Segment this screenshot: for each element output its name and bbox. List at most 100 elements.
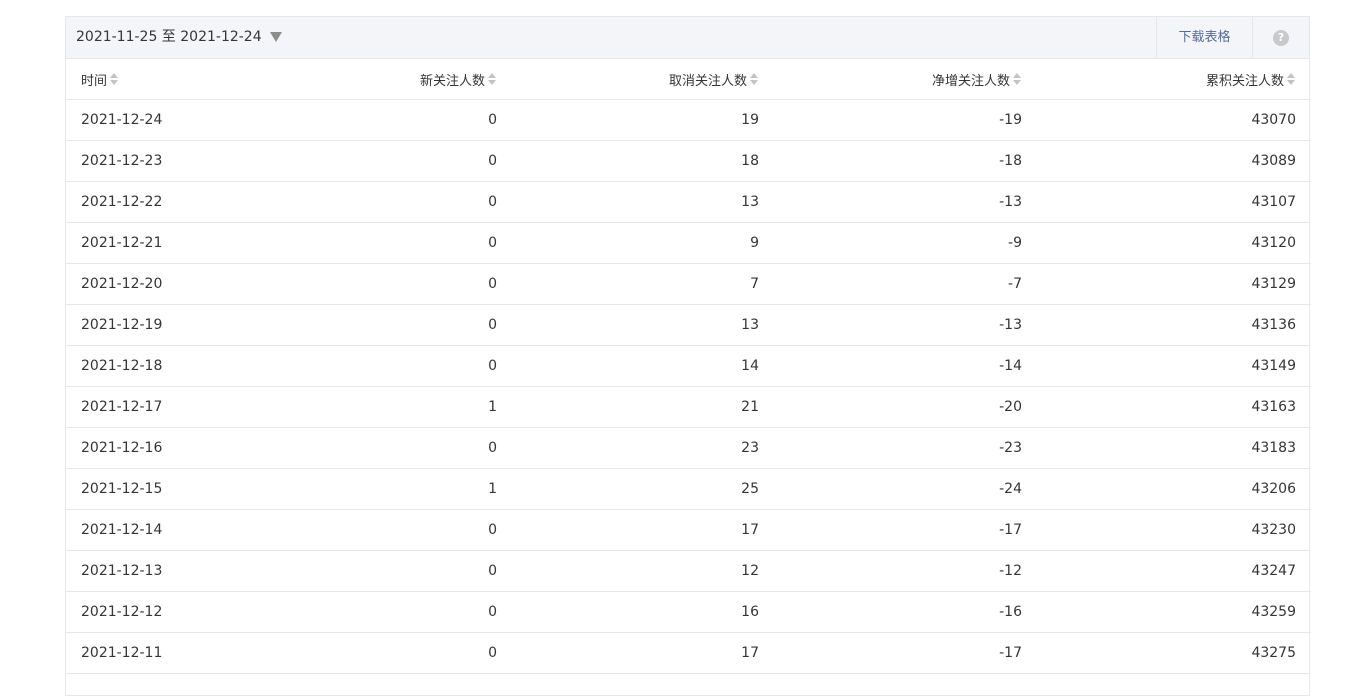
cell-date: 2021-12-12 <box>66 591 266 633</box>
table-row: 2021-12-24 0 19 -19 43070 <box>66 99 1311 141</box>
cell-new-followers: 1 <box>266 468 511 510</box>
cell-unfollows: 9 <box>511 222 773 264</box>
table-row: 2021-12-17 1 21 -20 43163 <box>66 386 1311 428</box>
column-header-label: 时间 <box>81 73 108 89</box>
cell-date: 2021-12-11 <box>66 632 266 674</box>
cell-cumulative: 43230 <box>1036 509 1311 551</box>
cell-unfollows: 21 <box>511 386 773 428</box>
cell-cumulative: 43089 <box>1036 140 1311 182</box>
table-toolbar: 2021-11-25 至 2021-12-24 下载表格 ? <box>66 17 1309 59</box>
cell-net-growth: -13 <box>773 304 1036 346</box>
cell-net-growth: -18 <box>773 140 1036 182</box>
sort-icon[interactable] <box>488 73 497 85</box>
date-range-selector[interactable]: 2021-11-25 至 2021-12-24 <box>76 17 282 58</box>
question-icon: ? <box>1273 29 1289 46</box>
cell-date: 2021-12-18 <box>66 345 266 387</box>
cell-date: 2021-12-19 <box>66 304 266 346</box>
cell-date: 2021-12-15 <box>66 468 266 510</box>
cell-cumulative: 43183 <box>1036 427 1311 469</box>
table-row: 2021-12-15 1 25 -24 43206 <box>66 468 1311 510</box>
cell-unfollows: 23 <box>511 427 773 469</box>
cell-cumulative: 43247 <box>1036 550 1311 592</box>
cell-unfollows: 7 <box>511 263 773 305</box>
column-header-label: 新关注人数 <box>419 73 485 89</box>
cell-cumulative: 43206 <box>1036 468 1311 510</box>
cell-net-growth: -7 <box>773 263 1036 305</box>
cell-unfollows: 17 <box>511 632 773 674</box>
sort-icon[interactable] <box>110 73 119 85</box>
cell-unfollows: 16 <box>511 591 773 633</box>
cell-date: 2021-12-21 <box>66 222 266 264</box>
cell-new-followers: 0 <box>266 427 511 469</box>
cell-net-growth: -16 <box>773 591 1036 633</box>
cell-date: 2021-12-13 <box>66 550 266 592</box>
cell-date: 2021-12-23 <box>66 140 266 182</box>
cell-cumulative: 43129 <box>1036 263 1311 305</box>
cell-date: 2021-12-14 <box>66 509 266 551</box>
cell-unfollows: 12 <box>511 550 773 592</box>
cell-new-followers: 0 <box>266 304 511 346</box>
cell-cumulative: 43070 <box>1036 99 1311 141</box>
cell-net-growth: -20 <box>773 386 1036 428</box>
cell-unfollows: 17 <box>511 509 773 551</box>
cell-new-followers: 0 <box>266 263 511 305</box>
cell-net-growth: -13 <box>773 181 1036 223</box>
cell-cumulative: 43107 <box>1036 181 1311 223</box>
cell-net-growth: -17 <box>773 632 1036 674</box>
column-header-cumulative[interactable]: 累积关注人数 <box>1036 59 1311 100</box>
column-header-unfollows[interactable]: 取消关注人数 <box>511 59 773 100</box>
cell-net-growth: -24 <box>773 468 1036 510</box>
followers-table: 时间 新关注人数 取消关注人数 净增关注人数 累积关注人数 2021-12-24 <box>66 59 1311 674</box>
toolbar-actions: 下载表格 ? <box>1156 17 1309 58</box>
cell-net-growth: -17 <box>773 509 1036 551</box>
cell-new-followers: 0 <box>266 509 511 551</box>
sort-icon[interactable] <box>1013 73 1022 85</box>
cell-unfollows: 18 <box>511 140 773 182</box>
table-row: 2021-12-12 0 16 -16 43259 <box>66 591 1311 633</box>
cell-cumulative: 43136 <box>1036 304 1311 346</box>
help-button[interactable]: ? <box>1252 17 1309 58</box>
cell-unfollows: 14 <box>511 345 773 387</box>
table-row: 2021-12-11 0 17 -17 43275 <box>66 632 1311 674</box>
cell-net-growth: -12 <box>773 550 1036 592</box>
table-row: 2021-12-16 0 23 -23 43183 <box>66 427 1311 469</box>
table-row: 2021-12-19 0 13 -13 43136 <box>66 304 1311 346</box>
download-table-button[interactable]: 下载表格 <box>1156 17 1252 58</box>
cell-new-followers: 0 <box>266 181 511 223</box>
cell-cumulative: 43149 <box>1036 345 1311 387</box>
column-header-net-growth[interactable]: 净增关注人数 <box>773 59 1036 100</box>
table-row: 2021-12-23 0 18 -18 43089 <box>66 140 1311 182</box>
date-range-label: 2021-11-25 至 2021-12-24 <box>76 29 262 45</box>
table-row: 2021-12-20 0 7 -7 43129 <box>66 263 1311 305</box>
cell-new-followers: 1 <box>266 386 511 428</box>
column-header-label: 累积关注人数 <box>1205 73 1284 89</box>
cell-new-followers: 0 <box>266 222 511 264</box>
column-header-label: 净增关注人数 <box>931 73 1010 89</box>
cell-net-growth: -9 <box>773 222 1036 264</box>
table-row: 2021-12-13 0 12 -12 43247 <box>66 550 1311 592</box>
sort-icon[interactable] <box>750 73 759 85</box>
table-row: 2021-12-21 0 9 -9 43120 <box>66 222 1311 264</box>
cell-unfollows: 25 <box>511 468 773 510</box>
cell-cumulative: 43275 <box>1036 632 1311 674</box>
column-header-new-followers[interactable]: 新关注人数 <box>266 59 511 100</box>
table-row: 2021-12-14 0 17 -17 43230 <box>66 509 1311 551</box>
sort-icon[interactable] <box>1287 73 1296 85</box>
cell-new-followers: 0 <box>266 345 511 387</box>
column-header-time[interactable]: 时间 <box>66 59 266 100</box>
cell-date: 2021-12-20 <box>66 263 266 305</box>
cell-new-followers: 0 <box>266 99 511 141</box>
cell-date: 2021-12-22 <box>66 181 266 223</box>
cell-unfollows: 13 <box>511 181 773 223</box>
table-header-row: 时间 新关注人数 取消关注人数 净增关注人数 累积关注人数 <box>66 59 1311 100</box>
cell-net-growth: -19 <box>773 99 1036 141</box>
cell-new-followers: 0 <box>266 140 511 182</box>
cell-unfollows: 19 <box>511 99 773 141</box>
stats-table-panel: 2021-11-25 至 2021-12-24 下载表格 ? 时间 新关注人数 … <box>65 16 1311 696</box>
caret-down-icon <box>269 32 282 42</box>
table-row: 2021-12-22 0 13 -13 43107 <box>66 181 1311 223</box>
cell-cumulative: 43163 <box>1036 386 1311 428</box>
cell-unfollows: 13 <box>511 304 773 346</box>
cell-cumulative: 43259 <box>1036 591 1311 633</box>
cell-cumulative: 43120 <box>1036 222 1311 264</box>
